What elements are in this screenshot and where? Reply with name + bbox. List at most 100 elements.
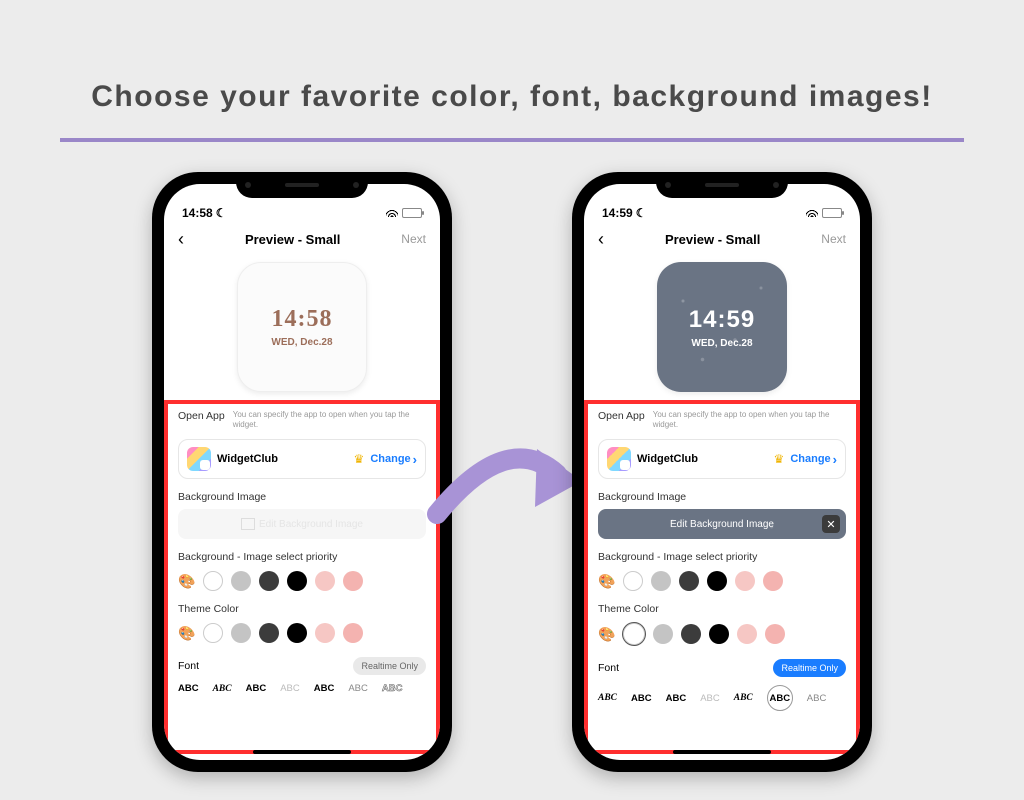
next-button[interactable]: Next bbox=[821, 232, 846, 246]
wifi-icon bbox=[806, 206, 818, 220]
font-row: Font Realtime Only bbox=[168, 651, 436, 683]
palette-icon[interactable]: 🎨 bbox=[598, 573, 615, 590]
open-app-desc: You can specify the app to open when you… bbox=[653, 410, 846, 429]
change-button[interactable]: Change › bbox=[370, 452, 417, 467]
swatch-white[interactable] bbox=[203, 623, 223, 643]
notch bbox=[236, 172, 368, 198]
theme-color-title: Theme Color bbox=[588, 599, 856, 621]
bg-priority-title: Background - Image select priority bbox=[168, 547, 436, 569]
swatch-black[interactable] bbox=[287, 623, 307, 643]
swatch-white[interactable] bbox=[203, 571, 223, 591]
font-option[interactable]: ABC bbox=[666, 693, 687, 704]
preview-area: 14:59 WED, Dec.28 bbox=[584, 256, 860, 400]
nav-title: Preview - Small bbox=[245, 232, 340, 247]
highlight-box: Open App You can specify the app to open… bbox=[164, 400, 440, 754]
app-card[interactable]: WidgetClub ♛ Change › bbox=[178, 439, 426, 479]
font-option[interactable]: ABC bbox=[213, 684, 232, 694]
swatch-light-grey[interactable] bbox=[653, 624, 673, 644]
open-app-desc: You can specify the app to open when you… bbox=[233, 410, 426, 429]
back-button[interactable]: ‹ bbox=[598, 229, 604, 250]
swatch-pink-2[interactable] bbox=[765, 624, 785, 644]
status-time: 14:59 bbox=[602, 206, 633, 220]
swatch-white[interactable] bbox=[623, 571, 643, 591]
font-options: ABC ABC ABC ABC ABC ABC ABC bbox=[588, 685, 856, 719]
swatch-pink-1[interactable] bbox=[737, 624, 757, 644]
swatch-dark-grey[interactable] bbox=[679, 571, 699, 591]
palette-icon[interactable]: 🎨 bbox=[178, 573, 195, 590]
font-option[interactable]: ABC bbox=[348, 683, 368, 694]
bg-priority-title: Background - Image select priority bbox=[588, 547, 856, 569]
change-button[interactable]: Change › bbox=[790, 452, 837, 467]
swatch-pink-1[interactable] bbox=[315, 571, 335, 591]
swatch-dark-grey[interactable] bbox=[681, 624, 701, 644]
font-option[interactable]: ABC bbox=[246, 683, 267, 694]
close-icon[interactable]: ✕ bbox=[822, 515, 840, 533]
phone-left: 14:58 ☾ ‹ Preview - Small Next 14:58 bbox=[152, 172, 452, 772]
back-button[interactable]: ‹ bbox=[178, 229, 184, 250]
theme-color-title: Theme Color bbox=[168, 599, 436, 621]
chevron-right-icon: › bbox=[833, 452, 837, 467]
widget-date: WED, Dec.28 bbox=[691, 338, 752, 349]
swatch-pink-2[interactable] bbox=[343, 623, 363, 643]
font-row: Font Realtime Only bbox=[588, 653, 856, 685]
font-option[interactable]: ABC bbox=[700, 693, 720, 704]
swatch-dark-grey[interactable] bbox=[259, 571, 279, 591]
swatch-pink-1[interactable] bbox=[735, 571, 755, 591]
font-option-selected[interactable]: ABC bbox=[767, 685, 793, 711]
swatch-black[interactable] bbox=[709, 624, 729, 644]
widget-preview[interactable]: 14:58 WED, Dec.28 bbox=[237, 262, 367, 392]
screen-left: 14:58 ☾ ‹ Preview - Small Next 14:58 bbox=[164, 184, 440, 760]
home-indicator[interactable] bbox=[253, 750, 351, 754]
home-indicator[interactable] bbox=[673, 750, 771, 754]
realtime-only-pill[interactable]: Realtime Only bbox=[353, 657, 426, 675]
battery-icon bbox=[402, 208, 422, 218]
nav-bar: ‹ Preview - Small Next bbox=[584, 222, 860, 256]
app-card[interactable]: WidgetClub ♛ Change › bbox=[598, 439, 846, 479]
nav-title: Preview - Small bbox=[665, 232, 760, 247]
bg-swatch-row: 🎨 bbox=[588, 569, 856, 599]
swatch-pink-1[interactable] bbox=[315, 623, 335, 643]
swatch-dark-grey[interactable] bbox=[259, 623, 279, 643]
palette-icon[interactable]: 🎨 bbox=[178, 625, 195, 642]
font-option[interactable]: ABC bbox=[734, 693, 753, 703]
widget-time: 14:59 bbox=[689, 306, 755, 334]
swatch-light-grey[interactable] bbox=[231, 623, 251, 643]
theme-swatch-row: 🎨 bbox=[168, 621, 436, 651]
phone-right: 14:59 ☾ ‹ Preview - Small Next 14:59 bbox=[572, 172, 872, 772]
realtime-only-pill[interactable]: Realtime Only bbox=[773, 659, 846, 677]
battery-icon bbox=[822, 208, 842, 218]
swatch-pink-2[interactable] bbox=[763, 571, 783, 591]
font-option[interactable]: ABC bbox=[314, 683, 335, 694]
notch bbox=[656, 172, 788, 198]
palette-icon[interactable]: 🎨 bbox=[598, 626, 615, 643]
font-option[interactable]: ABC bbox=[280, 683, 300, 694]
swatch-black[interactable] bbox=[287, 571, 307, 591]
font-option[interactable]: ABC bbox=[178, 683, 199, 694]
swatch-pink-2[interactable] bbox=[343, 571, 363, 591]
font-option[interactable]: ABC bbox=[382, 683, 403, 694]
next-button[interactable]: Next bbox=[401, 232, 426, 246]
font-option[interactable]: ABC bbox=[631, 693, 652, 704]
open-app-section: Open App You can specify the app to open… bbox=[588, 404, 856, 435]
widget-preview[interactable]: 14:59 WED, Dec.28 bbox=[657, 262, 787, 392]
font-option[interactable]: ABC bbox=[598, 693, 617, 703]
swatch-white-selected[interactable] bbox=[623, 623, 645, 645]
app-name: WidgetClub bbox=[637, 453, 768, 465]
headline: Choose your favorite color, font, backgr… bbox=[0, 80, 1024, 114]
edit-bg-button[interactable]: Edit Background Image bbox=[178, 509, 426, 539]
swatch-black[interactable] bbox=[707, 571, 727, 591]
swatch-light-grey[interactable] bbox=[651, 571, 671, 591]
status-time: 14:58 bbox=[182, 206, 213, 220]
edit-bg-button[interactable]: Edit Background Image ✕ bbox=[598, 509, 846, 539]
swatch-light-grey[interactable] bbox=[231, 571, 251, 591]
preview-area: 14:58 WED, Dec.28 bbox=[164, 256, 440, 400]
nav-bar: ‹ Preview - Small Next bbox=[164, 222, 440, 256]
page: Choose your favorite color, font, backgr… bbox=[0, 0, 1024, 800]
font-option[interactable]: ABC bbox=[807, 693, 827, 704]
image-icon bbox=[241, 518, 255, 530]
widget-time: 14:58 bbox=[272, 306, 333, 333]
app-name: WidgetClub bbox=[217, 453, 348, 465]
font-label: Font bbox=[598, 662, 619, 674]
moon-icon: ☾ bbox=[216, 206, 227, 220]
chevron-right-icon: › bbox=[413, 452, 417, 467]
